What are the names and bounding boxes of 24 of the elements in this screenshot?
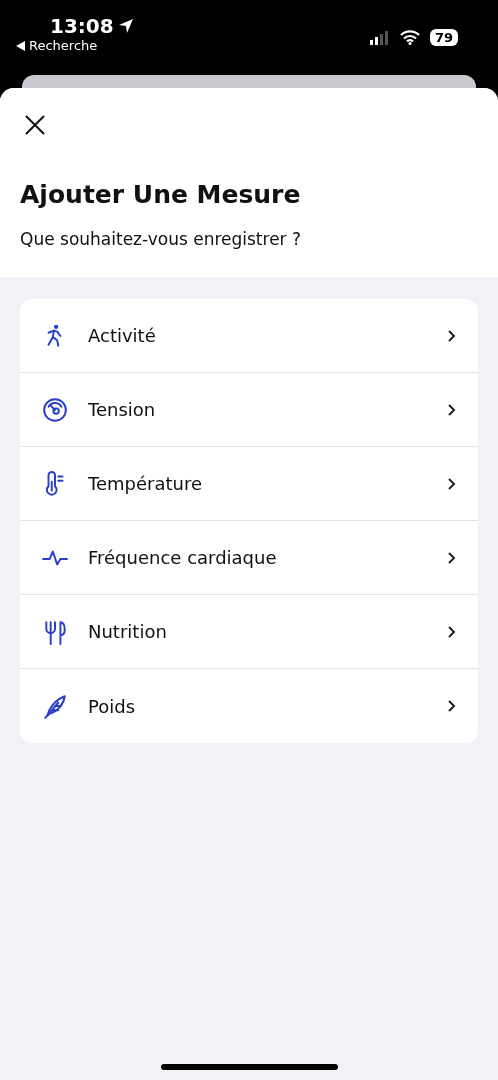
battery-level: 79 [429, 29, 458, 46]
chevron-icon [446, 699, 456, 713]
measure-item[interactable]: Nutrition [20, 595, 478, 669]
measure-item[interactable]: Fréquence cardiaque [20, 521, 478, 595]
measure-item[interactable]: Activité [20, 299, 478, 373]
chevron-icon [446, 476, 456, 491]
sheet-subtitle: Que souhaitez-vous enregistrer ? [20, 229, 303, 249]
back-triangle-icon [16, 40, 25, 51]
clock-time: 13:08 [50, 14, 114, 38]
measure-item[interactable]: Poids [20, 669, 478, 743]
chevron-icon [446, 402, 456, 417]
chevron-icon [446, 550, 456, 565]
wifi-icon [399, 30, 420, 45]
gauge-icon [42, 396, 68, 423]
fork-knife-icon [42, 618, 68, 645]
back-link[interactable]: Recherche [16, 38, 98, 53]
chevron-icon [446, 624, 456, 639]
feather-icon [42, 693, 68, 719]
signal-icon [369, 30, 390, 45]
measure-item[interactable]: Température [20, 447, 478, 521]
chevron-icon [446, 328, 456, 343]
location-arrow-icon [117, 18, 134, 34]
sheet-title: Ajouter Une Mesure [20, 180, 302, 209]
measure-item[interactable]: Tension [20, 373, 478, 447]
